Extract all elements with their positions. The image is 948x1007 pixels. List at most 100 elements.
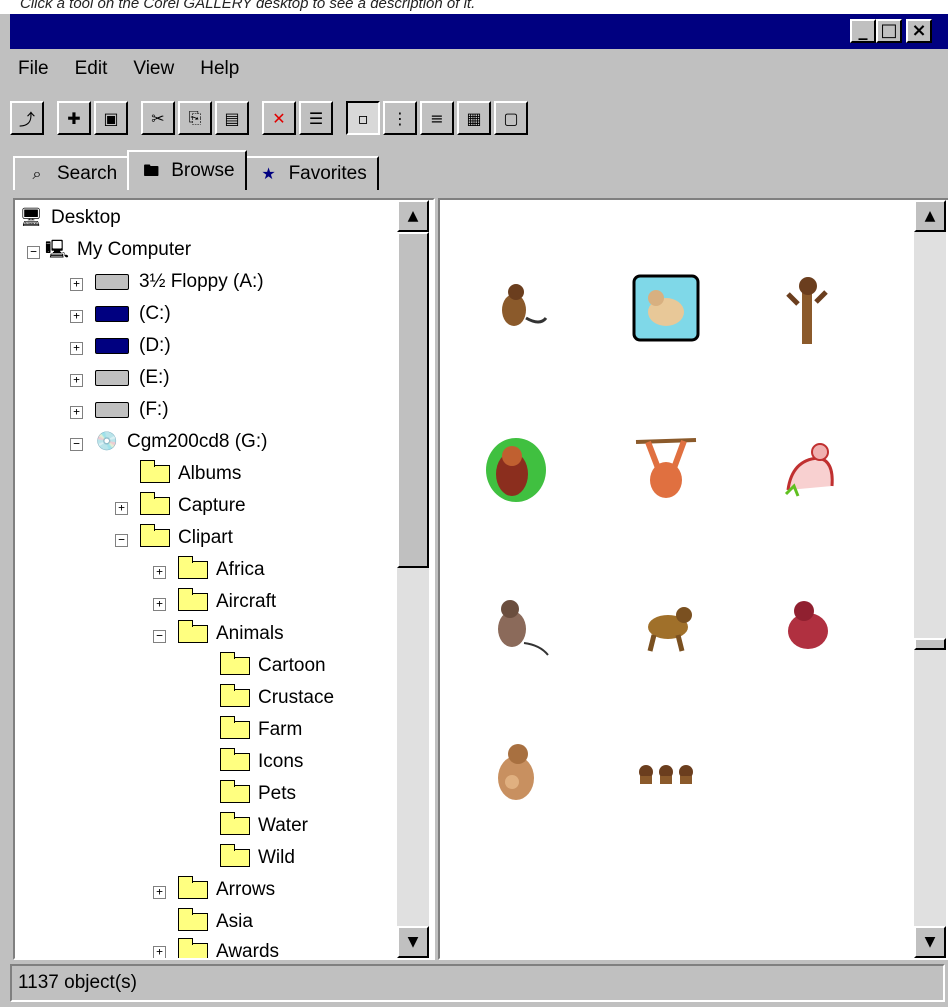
- monkey-climbing-clipart[interactable]: [768, 268, 848, 348]
- up-folder-icon[interactable]: ⤴: [10, 101, 44, 135]
- drive-icon: [95, 402, 129, 418]
- delete-icon[interactable]: ✕: [262, 101, 296, 135]
- orangutan-hanging-clipart[interactable]: [626, 430, 706, 510]
- tree-item-crustace[interactable]: Crustace: [220, 682, 334, 714]
- tab-favorites-label: Favorites: [288, 163, 367, 184]
- expand-toggle[interactable]: +: [70, 374, 83, 387]
- three-monkeys-clipart[interactable]: [626, 732, 706, 812]
- corel-gallery-window: _ □ × File Edit View Help ⤴ ✚ ▣ ✂ ⎘ ▤ ✕ …: [0, 14, 948, 1007]
- close-button[interactable]: ×: [906, 19, 932, 43]
- monkey-pink-outline-clipart[interactable]: [768, 430, 848, 510]
- tree-item-capture[interactable]: Capture: [140, 490, 246, 522]
- tree-item-africa[interactable]: Africa: [178, 554, 265, 586]
- caption-text: Click a tool on the Corel GALLERY deskto…: [0, 0, 948, 14]
- tree-item-water[interactable]: Water: [220, 810, 308, 842]
- collapse-toggle[interactable]: −: [27, 246, 40, 259]
- folder-icon: [220, 780, 250, 803]
- monkey-sitting-clipart[interactable]: [476, 585, 556, 665]
- collapse-toggle[interactable]: −: [153, 630, 166, 643]
- tree-item-arrows[interactable]: Arrows: [178, 874, 275, 906]
- expand-toggle[interactable]: +: [70, 310, 83, 323]
- tree-scrollbar[interactable]: ▲ ▼: [397, 200, 429, 958]
- tree-item-cartoon[interactable]: Cartoon: [220, 650, 326, 682]
- tree-item-drive-d[interactable]: (D:): [95, 330, 171, 362]
- tree-item-floppy[interactable]: 3½ Floppy (A:): [95, 266, 264, 298]
- tree-item-drive-e[interactable]: (E:): [95, 362, 170, 394]
- new-folder-icon[interactable]: ✚: [57, 101, 91, 135]
- properties-icon[interactable]: ☰: [299, 101, 333, 135]
- tree-item-aircraft[interactable]: Aircraft: [178, 586, 276, 618]
- tree-item-animals[interactable]: Animals: [178, 618, 284, 650]
- tree-item-awards[interactable]: Awards: [178, 936, 279, 958]
- copy-icon[interactable]: ⎘: [178, 101, 212, 135]
- cdrom-icon: 💿: [95, 431, 119, 452]
- menu-view[interactable]: View: [125, 58, 182, 80]
- tree-item-desktop[interactable]: 🖥 Desktop: [19, 202, 121, 234]
- paste-icon[interactable]: ▤: [215, 101, 249, 135]
- monkey-red-clipart[interactable]: [768, 585, 848, 665]
- menu-bar: File Edit View Help: [10, 54, 247, 84]
- small-icons-view-icon[interactable]: ⋮: [383, 101, 417, 135]
- monkey-clipart-1[interactable]: [476, 268, 556, 348]
- tree-item-icons[interactable]: Icons: [220, 746, 303, 778]
- menu-edit[interactable]: Edit: [67, 58, 116, 80]
- tree-item-wild[interactable]: Wild: [220, 842, 295, 874]
- tree-item-albums[interactable]: Albums: [140, 458, 241, 490]
- folder-icon: [178, 620, 208, 643]
- scroll-thumb[interactable]: [397, 232, 429, 568]
- scroll-down-icon[interactable]: ▼: [914, 926, 946, 958]
- title-bar: _ □ ×: [10, 14, 948, 49]
- preview-view-icon[interactable]: ▢: [494, 101, 528, 135]
- status-bar: 1137 object(s): [10, 964, 945, 1002]
- search-icon: ⌕: [32, 164, 42, 183]
- expand-toggle[interactable]: +: [153, 946, 166, 958]
- menu-file[interactable]: File: [10, 58, 57, 80]
- folder-icon: [178, 876, 208, 899]
- monkey-framed-clipart[interactable]: [626, 268, 706, 348]
- maximize-button[interactable]: □: [876, 19, 902, 43]
- preview-scrollbar[interactable]: ▲ ▼: [914, 200, 946, 958]
- monkey-with-baby-clipart[interactable]: [476, 732, 556, 812]
- scroll-thumb[interactable]: [914, 638, 946, 650]
- tree-item-farm[interactable]: Farm: [220, 714, 302, 746]
- cut-icon[interactable]: ✂: [141, 101, 175, 135]
- monkey-green-background-clipart[interactable]: [476, 430, 556, 510]
- expand-toggle[interactable]: +: [70, 406, 83, 419]
- folder-icon: [178, 938, 208, 958]
- collapse-toggle[interactable]: −: [115, 534, 128, 547]
- scroll-down-icon[interactable]: ▼: [397, 926, 429, 958]
- expand-toggle[interactable]: +: [115, 502, 128, 515]
- hard-drive-icon: [95, 338, 129, 354]
- tree-item-asia[interactable]: Asia: [178, 906, 253, 938]
- folder-icon: [220, 716, 250, 739]
- tab-browse[interactable]: 🖿 Browse: [127, 150, 247, 190]
- expand-toggle[interactable]: +: [70, 278, 83, 291]
- scroll-up-icon[interactable]: ▲: [397, 200, 429, 232]
- collapse-toggle[interactable]: −: [70, 438, 83, 451]
- tab-search[interactable]: ⌕ Search: [13, 156, 130, 190]
- expand-toggle[interactable]: +: [70, 342, 83, 355]
- tree-item-drive-c[interactable]: (C:): [95, 298, 171, 330]
- tree-item-pets[interactable]: Pets: [220, 778, 296, 810]
- details-view-icon[interactable]: ▦: [457, 101, 491, 135]
- expand-toggle[interactable]: +: [153, 598, 166, 611]
- tree-item-drive-f[interactable]: (F:): [95, 394, 169, 426]
- tree-item-my-computer[interactable]: 🖳 My Computer: [45, 234, 191, 266]
- save-icon[interactable]: ▣: [94, 101, 128, 135]
- large-icons-view-icon[interactable]: ▫: [346, 101, 380, 135]
- minimize-button[interactable]: _: [850, 19, 876, 43]
- scroll-up-icon[interactable]: ▲: [914, 200, 946, 232]
- tab-favorites[interactable]: ★ Favorites: [244, 156, 379, 190]
- expand-toggle[interactable]: +: [153, 566, 166, 579]
- folder-tree: 🖥 Desktop − 🖳 My Computer + 3½ Floppy (A…: [13, 198, 435, 960]
- menu-help[interactable]: Help: [192, 58, 247, 80]
- list-view-icon[interactable]: ≡: [420, 101, 454, 135]
- monkey-walking-clipart[interactable]: [626, 585, 706, 665]
- folder-icon: [220, 812, 250, 835]
- tab-browse-label: Browse: [171, 160, 235, 181]
- clipart-preview-pane: ▲ ▼: [438, 198, 948, 960]
- tree-item-cdrom[interactable]: 💿 Cgm200cd8 (G:): [95, 426, 268, 458]
- tree-item-clipart[interactable]: Clipart: [140, 522, 233, 554]
- expand-toggle[interactable]: +: [153, 886, 166, 899]
- folder-icon: [178, 556, 208, 579]
